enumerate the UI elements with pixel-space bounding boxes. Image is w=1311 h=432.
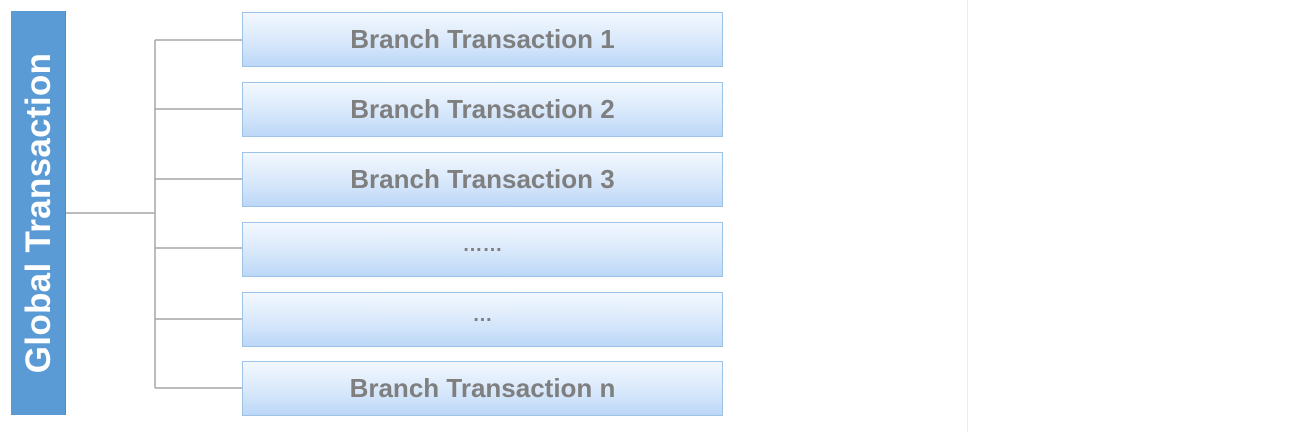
branch-transaction-label-n: Branch Transaction n [349, 373, 616, 403]
page-divider [967, 0, 968, 432]
branch-ellipsis-label-1: …… [462, 234, 503, 256]
branch-transaction-node-1: Branch Transaction 1 [242, 12, 723, 67]
branch-ellipsis-node-1: …… [242, 222, 723, 277]
branch-ellipsis-node-2: … [242, 292, 723, 347]
branch-ellipsis-label-2: … [472, 304, 493, 326]
branch-transaction-label-3: Branch Transaction 3 [350, 164, 615, 194]
branch-transaction-node-n: Branch Transaction n [242, 361, 723, 416]
branch-transaction-label-1: Branch Transaction 1 [350, 24, 615, 54]
branch-transaction-node-3: Branch Transaction 3 [242, 152, 723, 207]
branch-transaction-node-2: Branch Transaction 2 [242, 82, 723, 137]
global-transaction-node: Global Transaction [11, 11, 66, 415]
global-transaction-label: Global Transaction [18, 52, 58, 374]
branch-transaction-label-2: Branch Transaction 2 [350, 94, 615, 124]
